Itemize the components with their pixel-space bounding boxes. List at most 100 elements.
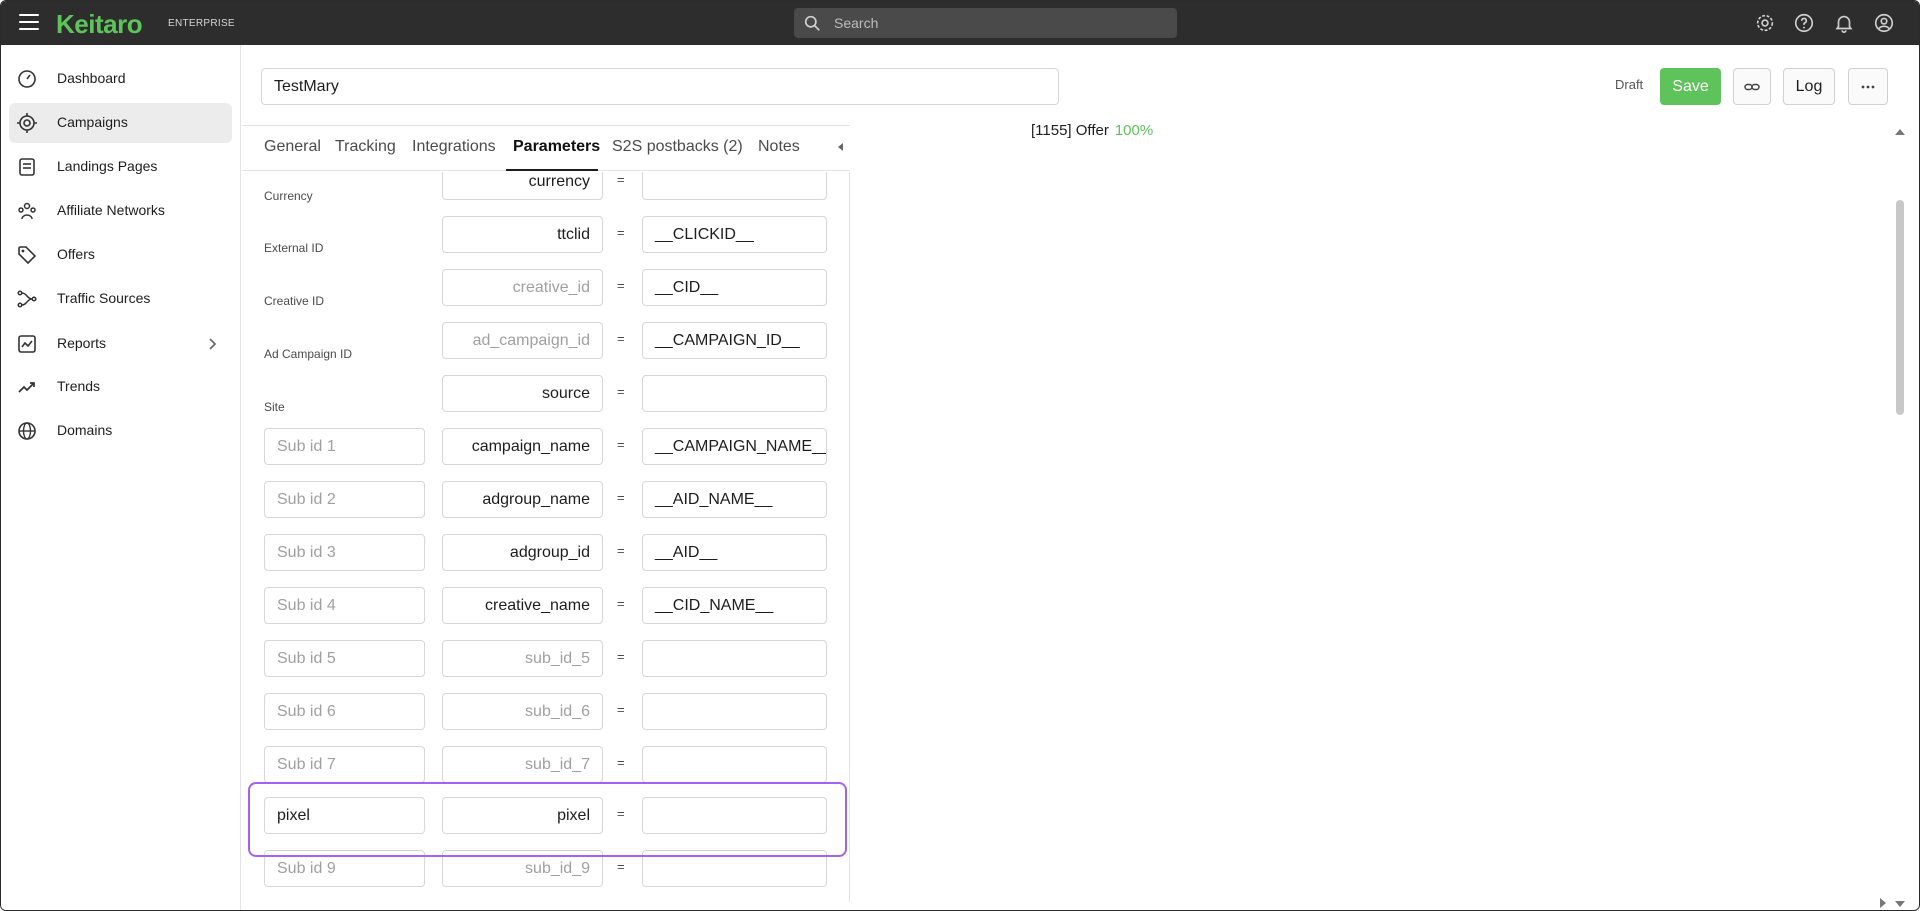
sidebar-item-campaigns[interactable]: Campaigns xyxy=(9,103,232,143)
sidebar-item-label: Dashboard xyxy=(57,70,126,86)
param-row-sub-id-3: Sub id 3 adgroup_id = __AID__ xyxy=(242,534,849,587)
param-key-input[interactable]: creative_name xyxy=(442,587,603,624)
vertical-scrollbar[interactable] xyxy=(1894,125,1906,910)
sidebar-item-label: Offers xyxy=(57,246,95,262)
param-name-input[interactable]: Sub id 5 xyxy=(264,640,425,677)
menu-icon[interactable] xyxy=(19,14,39,30)
link-button[interactable] xyxy=(1733,68,1771,105)
sidebar-item-dashboard[interactable]: Dashboard xyxy=(9,59,232,99)
param-row-currency: Currency currency = xyxy=(242,172,849,211)
route-icon xyxy=(17,290,37,308)
param-name-input[interactable]: Sub id 7 xyxy=(264,746,425,783)
sidebar-item-label: Domains xyxy=(57,422,113,438)
param-row-external-id: External ID ttclid = __CLICKID__ xyxy=(242,216,849,269)
tab-general[interactable]: General xyxy=(264,138,321,156)
sidebar-item-label: Traffic Sources xyxy=(57,290,151,306)
sidebar-item-offers[interactable]: Offers xyxy=(9,235,232,275)
tab-integrations[interactable]: Integrations xyxy=(412,138,496,156)
param-key-input[interactable]: source xyxy=(442,375,603,412)
param-key-input[interactable]: adgroup_name xyxy=(442,481,603,518)
param-key-input[interactable]: adgroup_id xyxy=(442,534,603,571)
param-key-input[interactable]: sub_id_9 xyxy=(442,850,603,887)
param-value-input[interactable] xyxy=(642,797,827,834)
param-value-input[interactable]: __AID__ xyxy=(642,534,827,571)
equals-sign: = xyxy=(617,225,625,240)
scroll-up-arrow-icon[interactable] xyxy=(1895,129,1905,135)
param-value-input[interactable]: __CAMPAIGN_NAME__ xyxy=(642,428,827,465)
param-row-sub-id-5: Sub id 5 sub_id_5 = xyxy=(242,640,849,693)
save-button[interactable]: Save xyxy=(1660,68,1721,105)
param-name-input[interactable]: pixel xyxy=(264,797,425,834)
equals-sign: = xyxy=(617,596,625,611)
scrollbar-thumb[interactable] xyxy=(1896,200,1904,415)
scroll-right-arrow-icon[interactable] xyxy=(1880,898,1886,908)
param-value-input[interactable] xyxy=(642,172,827,200)
param-value-input[interactable] xyxy=(642,640,827,677)
document-icon xyxy=(19,158,35,176)
help-icon[interactable] xyxy=(1793,12,1815,34)
param-value-input[interactable] xyxy=(642,850,827,887)
chart-icon xyxy=(18,335,36,353)
sidebar-item-label: Affiliate Networks xyxy=(57,202,165,218)
param-row-sub-id-2: Sub id 2 adgroup_name = __AID_NAME__ xyxy=(242,481,849,534)
param-name-input[interactable]: Sub id 6 xyxy=(264,693,425,730)
edition-label: ENTERPRISE xyxy=(168,18,235,29)
param-name-input[interactable]: Sub id 9 xyxy=(264,850,425,887)
param-value-input[interactable] xyxy=(642,746,827,783)
sidebar-item-label: Campaigns xyxy=(57,114,128,130)
param-row-site: Site source = xyxy=(242,375,849,428)
search-input[interactable]: Search xyxy=(794,8,1177,38)
param-key-input[interactable]: pixel xyxy=(442,797,603,834)
param-value-input[interactable] xyxy=(642,375,827,412)
sidebar-item-reports[interactable]: Reports xyxy=(9,324,232,364)
sidebar-item-landings-pages[interactable]: Landings Pages xyxy=(9,147,232,187)
log-button[interactable]: Log xyxy=(1783,68,1835,105)
logo[interactable]: Keitaro xyxy=(56,9,143,40)
param-value-input[interactable]: __CAMPAIGN_ID__ xyxy=(642,322,827,359)
sidebar-item-trends[interactable]: Trends xyxy=(9,367,232,407)
param-name-input[interactable]: Sub id 3 xyxy=(264,534,425,571)
param-value-input[interactable] xyxy=(642,693,827,730)
param-key-input[interactable]: sub_id_5 xyxy=(442,640,603,677)
gear-icon[interactable] xyxy=(1754,12,1776,34)
tab-tracking[interactable]: Tracking xyxy=(335,138,396,156)
sidebar-item-domains[interactable]: Domains xyxy=(9,411,232,451)
more-button[interactable] xyxy=(1848,68,1888,105)
param-value-input[interactable]: __CLICKID__ xyxy=(642,216,827,253)
param-name-input[interactable]: Sub id 1 xyxy=(264,428,425,465)
equals-sign: = xyxy=(617,331,625,346)
param-key-input[interactable]: currency xyxy=(442,172,603,200)
param-key-input[interactable]: ttclid xyxy=(442,216,603,253)
param-key-input[interactable]: creative_id xyxy=(442,269,603,306)
param-name-input[interactable]: Sub id 4 xyxy=(264,587,425,624)
sidebar-item-label: Trends xyxy=(57,378,101,394)
tab-bar: General Tracking Integrations Parameters… xyxy=(242,125,850,171)
param-row-sub-id-4: Sub id 4 creative_name = __CID_NAME__ xyxy=(242,587,849,640)
bell-icon[interactable] xyxy=(1833,12,1855,34)
param-key-input[interactable]: ad_campaign_id xyxy=(442,322,603,359)
flow-offer-line[interactable]: [1155] Offer 100% xyxy=(1031,122,1153,139)
more-icon xyxy=(1861,85,1875,89)
tab-parameters[interactable]: Parameters xyxy=(513,138,600,156)
equals-sign: = xyxy=(617,384,625,399)
param-value-input[interactable]: __CID__ xyxy=(642,269,827,306)
param-key-input[interactable]: sub_id_7 xyxy=(442,746,603,783)
param-name-input[interactable]: Sub id 2 xyxy=(264,481,425,518)
sidebar-item-affiliate-networks[interactable]: Affiliate Networks xyxy=(9,191,232,231)
equals-sign: = xyxy=(617,702,625,717)
tabs-scroll-left-icon[interactable] xyxy=(838,143,843,151)
tab-s2s-postbacks[interactable]: S2S postbacks (2) xyxy=(612,138,743,156)
param-value-input[interactable]: __AID_NAME__ xyxy=(642,481,827,518)
param-key-input[interactable]: campaign_name xyxy=(442,428,603,465)
user-icon[interactable] xyxy=(1873,12,1895,34)
scroll-down-arrow-icon[interactable] xyxy=(1895,901,1905,907)
param-label: Currency xyxy=(264,189,313,203)
param-row-sub-id-1: Sub id 1 campaign_name = __CAMPAIGN_NAME… xyxy=(242,428,849,481)
campaign-name-input[interactable]: TestMary xyxy=(261,68,1059,105)
tab-notes[interactable]: Notes xyxy=(758,138,800,156)
param-row-pixel: pixel pixel = xyxy=(242,797,849,850)
chevron-right-icon[interactable] xyxy=(204,336,220,352)
sidebar-item-traffic-sources[interactable]: Traffic Sources xyxy=(9,279,232,319)
param-value-input[interactable]: __CID_NAME__ xyxy=(642,587,827,624)
param-key-input[interactable]: sub_id_6 xyxy=(442,693,603,730)
